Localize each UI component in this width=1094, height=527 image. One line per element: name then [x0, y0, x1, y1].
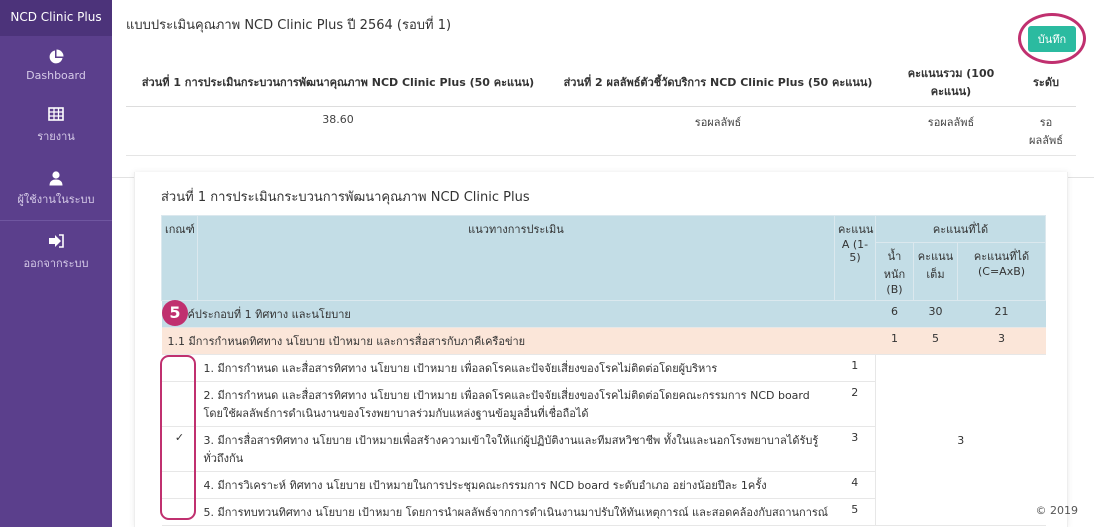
- page-title: แบบประเมินคุณภาพ NCD Clinic Plus ปี 2564…: [126, 18, 452, 33]
- summary-table: ส่วนที่ 1 การประเมินกระบวนการพัฒนาคุณภาพ…: [126, 58, 1076, 156]
- category-got: 21: [957, 300, 1046, 328]
- criteria-score: 1: [834, 354, 876, 382]
- summary-header-total: คะแนนรวม (100 คะแนน): [886, 58, 1016, 107]
- criteria-text: 2. มีการกำหนด และสื่อสารทิศทาง นโยบาย เป…: [197, 381, 835, 427]
- header-score-a: คะแนน A (1-5): [834, 215, 876, 301]
- header-full: คะแนนเต็ม: [913, 242, 958, 301]
- table-icon: [0, 107, 112, 123]
- category-row: องค์ประกอบที่ 1 ทิศทาง และนโยบาย 6 30 21: [161, 300, 1046, 328]
- criteria-check[interactable]: [161, 354, 198, 382]
- step-badge: 5: [162, 300, 188, 326]
- evaluation-table: เกณฑ์ แนวทางการประเมิน คะแนน A (1-5) คะแ…: [161, 215, 1047, 526]
- criteria-check[interactable]: [161, 381, 198, 427]
- criteria-check[interactable]: [161, 498, 198, 526]
- summary-value-part1: 38.60: [126, 106, 550, 156]
- criteria-score: 2: [834, 381, 876, 427]
- criteria-score: 3: [834, 426, 876, 472]
- copyright: © 2019: [1035, 504, 1079, 517]
- sidebar-item-label: รายงาน: [37, 130, 75, 143]
- subcategory-label: 1.1 มีการกำหนดทิศทาง นโยบาย เป้าหมาย และ…: [161, 327, 876, 355]
- sidebar-item-logout[interactable]: ออกจากระบบ: [0, 221, 112, 284]
- subcategory-got: 3: [957, 327, 1046, 355]
- subcategory-row: 1.1 มีการกำหนดทิศทาง นโยบาย เป้าหมาย และ…: [161, 327, 1046, 355]
- criteria-score: 5: [834, 498, 876, 526]
- sidebar: NCD Clinic Plus Dashboard รายงาน ผู้ใช้ง…: [0, 0, 112, 527]
- category-weight: 6: [875, 300, 914, 328]
- sign-out-icon: [0, 234, 112, 250]
- brand-logo[interactable]: NCD Clinic Plus: [0, 0, 112, 36]
- sidebar-item-users[interactable]: ผู้ใช้งานในระบบ: [0, 157, 112, 221]
- criteria-score: 4: [834, 471, 876, 499]
- summary-value-total: รอผลลัพธ์: [886, 106, 1016, 156]
- criteria-text: 5. มีการทบทวนทิศทาง นโยบาย เป้าหมาย โดยก…: [197, 498, 835, 526]
- pie-chart-icon: [0, 49, 112, 65]
- sidebar-item-label: ผู้ใช้งานในระบบ: [17, 193, 95, 206]
- summary-header-level: ระดับ: [1016, 58, 1076, 107]
- header-score-group: คะแนนที่ได้: [874, 215, 1047, 243]
- main-content: แบบประเมินคุณภาพ NCD Clinic Plus ปี 2564…: [112, 0, 1094, 527]
- save-button[interactable]: บันทึก: [1028, 26, 1076, 52]
- subcategory-full: 5: [913, 327, 958, 355]
- criteria-check[interactable]: ✓: [161, 426, 198, 472]
- header-weight: น้ำหนัก (B): [875, 242, 914, 301]
- sidebar-item-label: Dashboard: [26, 69, 86, 82]
- summary-value-part2: รอผลลัพธ์: [550, 106, 886, 156]
- summary-header-part1: ส่วนที่ 1 การประเมินกระบวนการพัฒนาคุณภาพ…: [126, 58, 550, 107]
- summary-panel: แบบประเมินคุณภาพ NCD Clinic Plus ปี 2564…: [112, 0, 1094, 178]
- criteria-text: 1. มีการกำหนด และสื่อสารทิศทาง นโยบาย เป…: [197, 354, 835, 382]
- section-title: ส่วนที่ 1 การประเมินกระบวนการพัฒนาคุณภาพ…: [161, 190, 530, 205]
- subcategory-weight: 1: [875, 327, 914, 355]
- category-label: องค์ประกอบที่ 1 ทิศทาง และนโยบาย: [161, 300, 876, 328]
- criteria-row: 1. มีการกำหนด และสื่อสารทิศทาง นโยบาย เป…: [161, 354, 1046, 526]
- criteria-text: 4. มีการวิเคราะห์ ทิศทาง นโยบาย เป้าหมาย…: [197, 471, 835, 499]
- header-criteria: เกณฑ์: [161, 215, 198, 301]
- criteria-text: 3. มีการสื่อสารทิศทาง นโยบาย เป้าหมายเพื…: [197, 426, 835, 472]
- criteria-check[interactable]: [161, 471, 198, 499]
- sidebar-item-report[interactable]: รายงาน: [0, 94, 112, 157]
- result-score: 3: [874, 354, 1046, 526]
- category-full: 30: [913, 300, 958, 328]
- summary-header-part2: ส่วนที่ 2 ผลลัพธ์ตัวชี้วัดบริการ NCD Cli…: [550, 58, 886, 107]
- sidebar-item-dashboard[interactable]: Dashboard: [0, 36, 112, 94]
- user-icon: [0, 170, 112, 186]
- sidebar-item-label: ออกจากระบบ: [23, 257, 89, 270]
- evaluation-card: ส่วนที่ 1 การประเมินกระบวนการพัฒนาคุณภาพ…: [134, 172, 1068, 527]
- header-guideline: แนวทางการประเมิน: [197, 215, 835, 301]
- header-got: คะแนนที่ได้ (C=AxB): [956, 242, 1047, 301]
- summary-value-level: รอ ผลลัพธ์: [1016, 106, 1076, 156]
